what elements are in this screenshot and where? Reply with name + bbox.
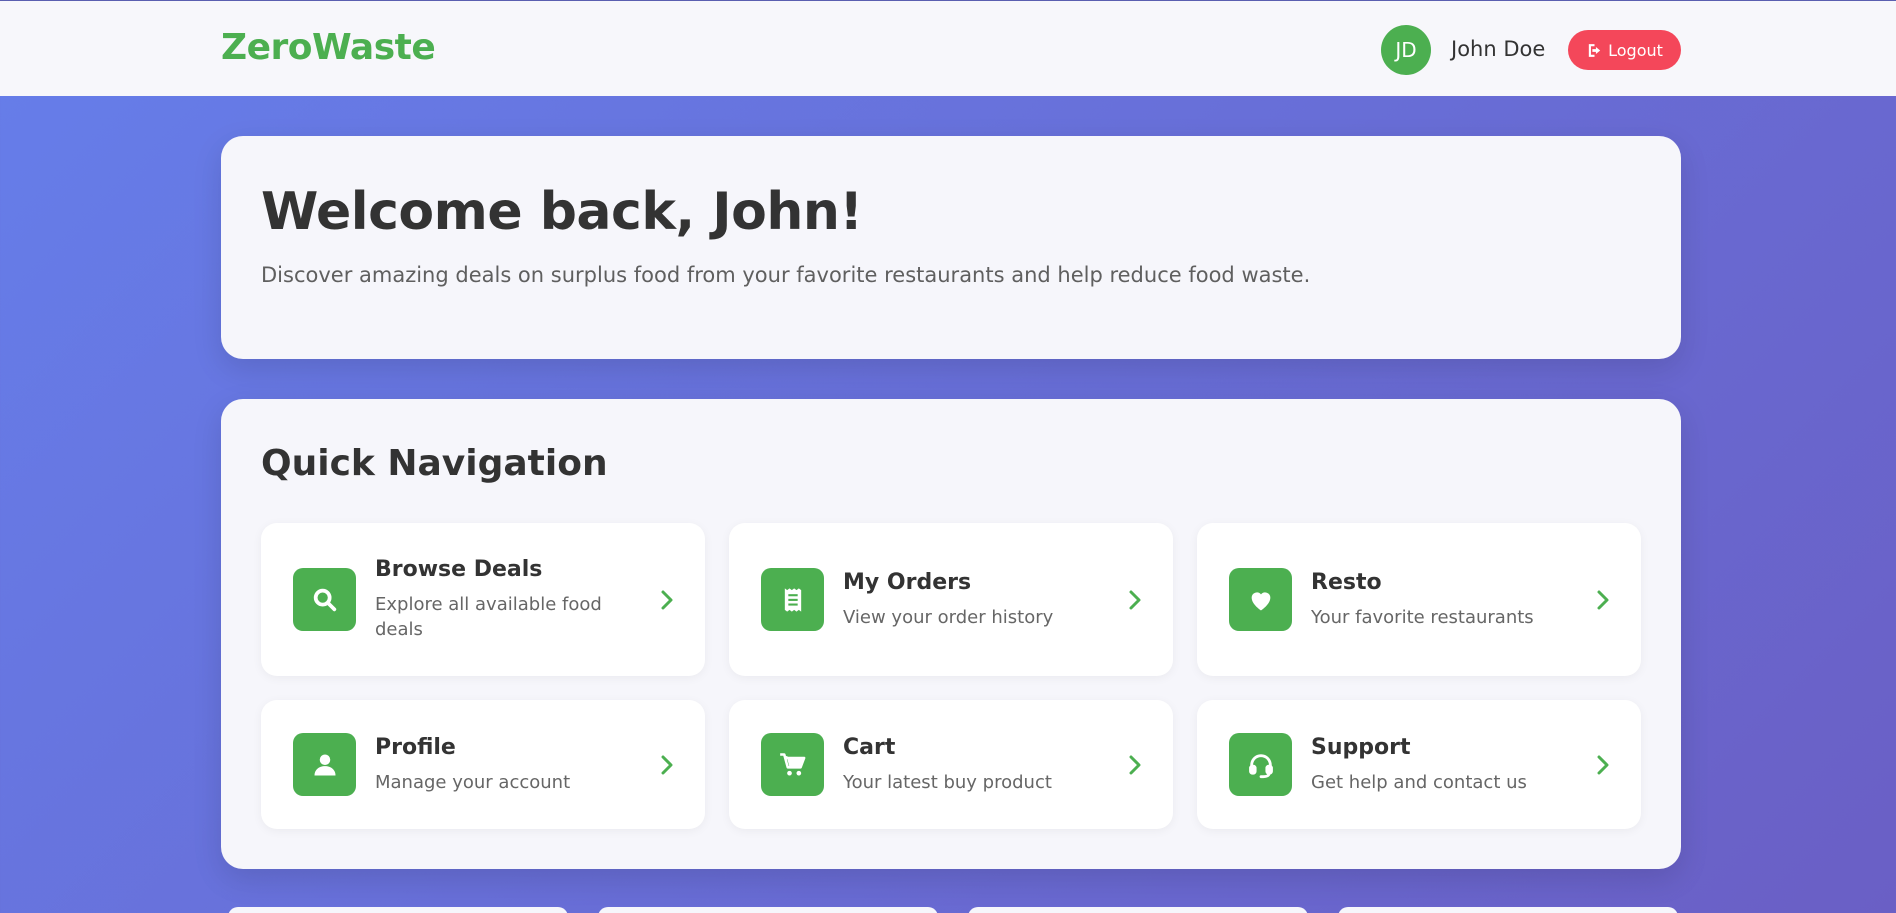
chevron-right-icon	[1129, 590, 1141, 610]
welcome-title: Welcome back, John!	[261, 182, 863, 242]
card-peek	[598, 907, 938, 913]
navbar: ZeroWaste JD John Doe Logout	[0, 0, 1896, 96]
card-peek	[228, 907, 568, 913]
welcome-subtitle: Discover amazing deals on surplus food f…	[261, 263, 1311, 287]
nav-card-title: Profile	[375, 735, 456, 760]
nav-card-title: Support	[1311, 735, 1411, 760]
nav-card-description: Your favorite restaurants	[1311, 607, 1534, 628]
nav-card-description: View your order history	[843, 607, 1054, 628]
card-peek	[968, 907, 1308, 913]
logout-label: Logout	[1608, 40, 1663, 60]
sign-out-icon	[1588, 43, 1601, 57]
nav-card-profile[interactable]: Profile Manage your account	[261, 700, 705, 829]
user-name: John Doe	[1451, 37, 1546, 61]
heart-icon	[1229, 568, 1292, 631]
nav-card-support[interactable]: Support Get help and contact us	[1197, 700, 1641, 829]
nav-card-description: Your latest buy product	[843, 772, 1052, 793]
nav-card-title: Cart	[843, 735, 896, 760]
search-icon	[293, 568, 356, 631]
nav-card-description: Manage your account	[375, 772, 571, 793]
receipt-icon	[761, 568, 824, 631]
section-title: Quick Navigation	[261, 443, 608, 484]
nav-card-resto[interactable]: Resto Your favorite restaurants	[1197, 523, 1641, 676]
nav-card-cart[interactable]: Cart Your latest buy product	[729, 700, 1173, 829]
chevron-right-icon	[1129, 755, 1141, 775]
quick-navigation: Quick Navigation Browse Deals Explore al…	[221, 399, 1681, 869]
chevron-right-icon	[661, 755, 673, 775]
brand-logo[interactable]: ZeroWaste	[221, 27, 436, 68]
nav-card-title: Browse Deals	[375, 557, 543, 582]
welcome-card: Welcome back, John! Discover amazing dea…	[221, 136, 1681, 359]
card-peek	[1338, 907, 1678, 913]
nav-card-description: Get help and contact us	[1311, 772, 1527, 793]
chevron-right-icon	[1597, 590, 1609, 610]
user-icon	[293, 733, 356, 796]
nav-card-browse-deals[interactable]: Browse Deals Explore all available food …	[261, 523, 705, 676]
nav-card-title: My Orders	[843, 570, 972, 595]
chevron-right-icon	[661, 590, 673, 610]
headset-icon	[1229, 733, 1292, 796]
logout-button[interactable]: Logout	[1568, 30, 1681, 70]
nav-card-description: Explore all available food deals	[375, 594, 602, 640]
avatar[interactable]: JD	[1381, 25, 1431, 75]
nav-card-title: Resto	[1311, 570, 1382, 595]
chevron-right-icon	[1597, 755, 1609, 775]
nav-card-my-orders[interactable]: My Orders View your order history	[729, 523, 1173, 676]
cart-icon	[761, 733, 824, 796]
